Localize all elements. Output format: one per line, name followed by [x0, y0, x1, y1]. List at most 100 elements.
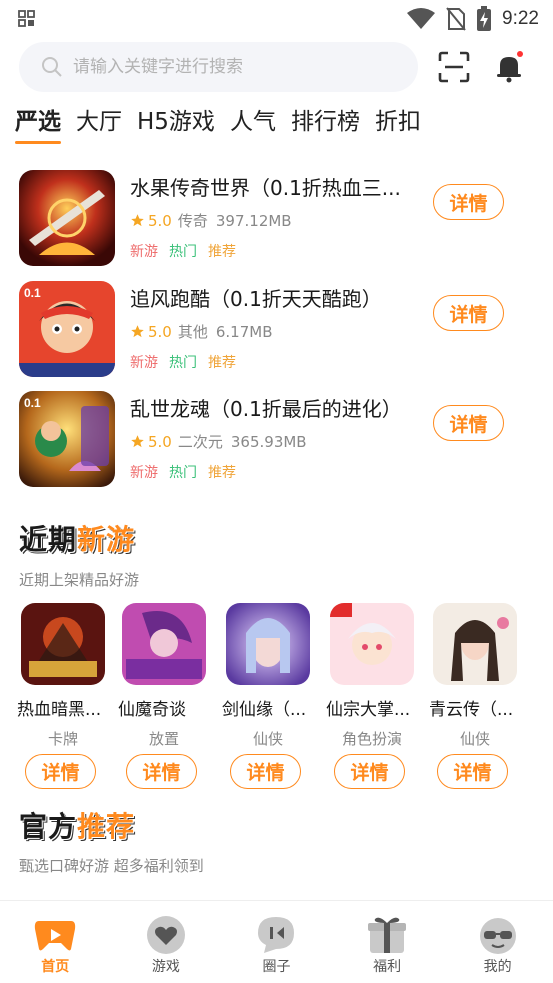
new-game-category: 卡牌 [47, 730, 78, 748]
details-button[interactable]: 详情 [230, 754, 301, 789]
section-subtitle: 甄选口碑好游 超多福利领到 [19, 857, 204, 875]
notification-bell-icon[interactable] [492, 50, 526, 84]
game-title: 追风跑酷（0.1折天天酷跑） [130, 287, 382, 311]
tag-recommend: 推荐 [208, 244, 236, 260]
gift-icon [368, 917, 407, 953]
tab-ranking[interactable]: 排行榜 [291, 102, 360, 146]
section-title-main: 官方 [19, 810, 78, 843]
tag-hot: 热门 [169, 465, 197, 481]
no-sim-icon [446, 7, 466, 31]
game-title: 乱世龙魂（0.1折最后的进化） [130, 397, 402, 421]
category-tabs: 严选 大厅 H5游戏 人气 排行榜 折扣 [15, 102, 436, 146]
new-game-category: 仙侠 [252, 730, 283, 748]
game-icon [226, 603, 310, 685]
game-icon [330, 603, 414, 685]
game-genre: 二次元 [177, 433, 223, 451]
nav-label: 游戏 [151, 959, 180, 975]
details-button[interactable]: 详情 [433, 405, 504, 441]
game-icon [19, 170, 115, 266]
game-rating: 5.0 [148, 432, 172, 451]
new-game-name: 仙魔奇谈 [118, 700, 186, 720]
bottom-navigation: 首页 游戏 圈子 福利 我的 [0, 900, 553, 983]
tab-hall[interactable]: 大厅 [76, 102, 122, 146]
game-size: 365.93MB [230, 432, 307, 451]
wifi-icon [407, 8, 436, 29]
nav-welfare[interactable]: 福利 [332, 901, 443, 983]
game-icon [21, 603, 105, 685]
game-size: 6.17MB [215, 322, 273, 341]
search-input[interactable] [73, 57, 373, 77]
star-icon [131, 435, 144, 448]
game-list-item[interactable]: 水果传奇世界（0.1折热血三... 5.0 传奇 397.12MB 新游 热门 … [19, 170, 539, 268]
new-game-name: 热血暗黑... [17, 700, 102, 720]
tag-recommend: 推荐 [208, 355, 236, 371]
details-button[interactable]: 详情 [126, 754, 197, 789]
game-rating: 5.0 [148, 322, 172, 341]
game-tags: 新游 热门 推荐 [130, 352, 236, 372]
game-icon [122, 603, 206, 685]
tag-recommend: 推荐 [208, 465, 236, 481]
nav-label: 圈子 [262, 959, 291, 975]
tab-popular[interactable]: 人气 [230, 102, 276, 146]
nav-profile[interactable]: 我的 [442, 901, 553, 983]
status-time: 9:22 [502, 8, 539, 29]
tab-selected[interactable]: 严选 [15, 102, 61, 146]
game-meta: 5.0 其他 6.17MB [130, 321, 273, 342]
search-icon [42, 57, 62, 77]
game-genre: 其他 [177, 323, 208, 341]
game-icon [433, 603, 517, 685]
tag-hot: 热门 [169, 244, 197, 260]
tab-discount[interactable]: 折扣 [375, 102, 421, 146]
game-heart-icon [146, 916, 185, 954]
game-list-item[interactable]: 0.1 乱世龙魂（0.1折最后的进化） 5.0 二次元 365.93MB 新游 … [19, 391, 539, 489]
tag-new: 新游 [130, 355, 158, 371]
nav-games[interactable]: 游戏 [111, 901, 222, 983]
tag-hot: 热门 [169, 355, 197, 371]
nav-label: 首页 [41, 959, 70, 975]
details-button[interactable]: 详情 [437, 754, 508, 789]
star-icon [131, 214, 144, 227]
new-game-name: 剑仙缘（... [222, 700, 307, 720]
home-gamepad-icon [35, 921, 76, 951]
svg-text:0.1: 0.1 [24, 286, 41, 300]
game-tags: 新游 热门 推荐 [130, 462, 236, 482]
nav-label: 我的 [483, 959, 512, 975]
game-meta: 5.0 传奇 397.12MB [130, 210, 292, 231]
apps-grid-icon [18, 10, 35, 27]
game-title: 水果传奇世界（0.1折热血三... [130, 176, 401, 200]
game-icon: 0.1 [19, 391, 115, 487]
section-subtitle: 近期上架精品好游 [19, 571, 140, 589]
search-bar[interactable] [19, 42, 418, 92]
nav-label: 福利 [373, 959, 402, 975]
new-game-category: 仙侠 [459, 730, 490, 748]
details-button[interactable]: 详情 [334, 754, 405, 789]
new-game-category: 放置 [148, 730, 179, 748]
battery-charging-icon [477, 6, 492, 31]
new-game-name: 仙宗大掌... [326, 700, 411, 720]
new-game-category: 角色扮演 [341, 730, 402, 748]
nav-community[interactable]: 圈子 [221, 901, 332, 983]
game-size: 397.12MB [215, 211, 292, 230]
game-list-item[interactable]: 0.1 追风跑酷（0.1折天天酷跑） 5.0 其他 6.17MB 新游 热门 推… [19, 281, 539, 379]
nav-home[interactable]: 首页 [0, 901, 111, 983]
profile-face-icon [479, 918, 516, 954]
tab-h5-games[interactable]: H5游戏 [137, 102, 215, 146]
game-tags: 新游 热门 推荐 [130, 241, 236, 261]
section-title-highlight: 推荐 [77, 810, 136, 843]
tag-new: 新游 [130, 244, 158, 260]
new-game-name: 青云传（... [429, 700, 514, 720]
svg-text:0.1: 0.1 [24, 396, 41, 410]
status-bar: 9:22 [0, 0, 553, 38]
section-title-new-games: 近期新游 [19, 518, 135, 558]
game-genre: 传奇 [177, 212, 208, 230]
details-button[interactable]: 详情 [25, 754, 96, 789]
details-button[interactable]: 详情 [433, 295, 504, 331]
details-button[interactable]: 详情 [433, 184, 504, 220]
star-icon [131, 325, 144, 338]
game-rating: 5.0 [148, 211, 172, 230]
scan-icon[interactable] [437, 50, 471, 84]
game-meta: 5.0 二次元 365.93MB [130, 431, 307, 452]
section-title-main: 近期 [19, 523, 78, 556]
game-icon: 0.1 [19, 281, 115, 377]
section-title-highlight: 新游 [77, 523, 136, 556]
